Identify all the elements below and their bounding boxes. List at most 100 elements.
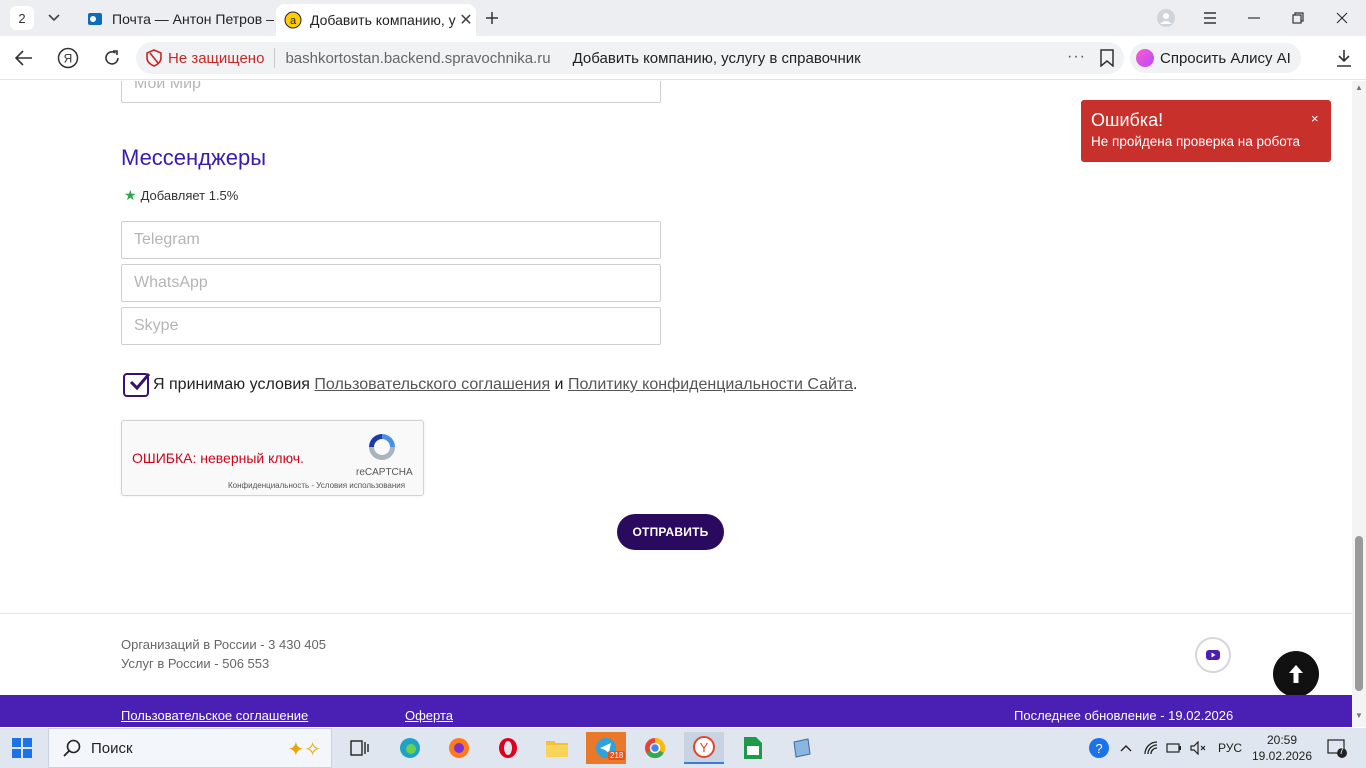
spreadsheet-icon[interactable] <box>733 732 773 764</box>
telegram-icon[interactable]: 218 <box>586 732 626 764</box>
notepad-icon[interactable] <box>782 732 822 764</box>
scrollbar-thumb[interactable] <box>1355 536 1363 691</box>
reload-button[interactable] <box>98 44 126 72</box>
telegram-badge: 218 <box>608 751 626 760</box>
user-agreement-link[interactable]: Пользовательского соглашения <box>314 376 550 394</box>
site-footer: Пользовательское соглашение Оферта После… <box>0 695 1352 727</box>
skype-field[interactable] <box>121 307 661 345</box>
minimize-icon <box>1248 17 1260 19</box>
yandex-button[interactable]: Я <box>54 44 82 72</box>
bonus-text: Добавляет 1.5% <box>140 188 239 203</box>
network-icon[interactable] <box>1144 728 1160 768</box>
tab-title: Почта — Антон Петров — Яндекс Почта <box>112 11 274 27</box>
address-bar: Я Не защищено bashkortostan.backend.spra… <box>0 36 1366 80</box>
toast-close-icon[interactable]: × <box>1311 111 1319 126</box>
captcha-error: ОШИБКА: неверный ключ. <box>132 450 304 466</box>
page-content: Мессенджеры ★ Добавляет 1.5% Я принимаю … <box>0 81 1352 727</box>
recaptcha-widget[interactable]: ОШИБКА: неверный ключ. reCAPTCHA Конфиде… <box>121 420 424 496</box>
task-view-icon[interactable] <box>340 732 380 764</box>
tab-mail[interactable]: Почта — Антон Петров — Яндекс Почта <box>78 4 274 34</box>
svg-text:?: ? <box>1095 741 1102 756</box>
hamburger-icon <box>1204 12 1216 24</box>
tab-strip: 2 Почта — Антон Петров — Яндекс Почта a … <box>0 0 1366 36</box>
file-explorer-icon[interactable] <box>537 732 577 764</box>
help-tray-icon[interactable]: ? <box>1088 728 1110 768</box>
tab-add-company[interactable]: a Добавить компанию, услугу в справочник… <box>276 4 476 36</box>
taskbar-search[interactable]: Поиск ✦✧ <box>48 728 332 768</box>
captcha-links[interactable]: Конфиденциальность - Условия использован… <box>228 481 405 490</box>
tab-title: Добавить компанию, услугу в справочник <box>310 12 456 28</box>
profile-button[interactable] <box>1144 0 1188 36</box>
url-domain: bashkortostan.backend.spravochnika.ru <box>285 49 551 67</box>
yandex-logo-icon: Я <box>57 47 79 69</box>
site-favicon-icon: a <box>284 11 302 29</box>
agreement-and: и <box>550 376 568 393</box>
chrome-icon[interactable] <box>635 732 675 764</box>
outlook-icon <box>86 10 104 28</box>
edge-icon[interactable] <box>390 732 430 764</box>
close-tab-icon[interactable]: ✕ <box>456 10 476 30</box>
volume-icon[interactable] <box>1190 728 1206 768</box>
toast-message: Не пройдена проверка на робота <box>1091 134 1301 149</box>
url-field[interactable]: Не защищено bashkortostan.backend.spravo… <box>136 42 1124 74</box>
close-window-button[interactable] <box>1320 0 1364 36</box>
restore-button[interactable] <box>1276 0 1320 36</box>
star-icon: ★ <box>124 187 137 203</box>
telegram-field[interactable] <box>121 221 661 259</box>
skype-input[interactable] <box>122 308 660 344</box>
yandex-browser-icon[interactable]: Y <box>684 732 724 764</box>
opera-icon[interactable] <box>488 732 528 764</box>
scroll-to-top-button[interactable] <box>1273 651 1319 697</box>
search-label: Поиск <box>91 739 133 757</box>
notifications-button[interactable]: 7 <box>1325 736 1349 760</box>
minimize-button[interactable] <box>1232 0 1276 36</box>
security-indicator[interactable]: Не защищено <box>136 48 276 68</box>
orgs-count: Организаций в России - 3 430 405 <box>121 637 326 652</box>
windows-start-icon[interactable] <box>12 738 32 763</box>
restore-icon <box>1292 12 1304 24</box>
taskbar: Поиск ✦✧ 218 Y ? РУС 20:59 19.02.2026 7 <box>0 728 1366 768</box>
firefox-icon[interactable] <box>439 732 479 764</box>
page-scrollbar[interactable]: ▲ ▼ <box>1352 81 1366 727</box>
downloads-button[interactable] <box>1330 44 1358 72</box>
sparkle-icon: ✦✧ <box>287 739 321 761</box>
alice-button[interactable]: Спросить Алису AI <box>1130 43 1301 73</box>
battery-icon[interactable] <box>1166 728 1182 768</box>
chevron-up-icon[interactable] <box>1120 728 1132 768</box>
moimir-field[interactable] <box>121 81 661 103</box>
moimir-input[interactable] <box>122 81 660 102</box>
whatsapp-input[interactable] <box>122 265 660 301</box>
agreement-row: Я принимаю условия Пользовательского сог… <box>123 373 857 397</box>
youtube-button[interactable] <box>1195 637 1231 673</box>
scroll-up-icon[interactable]: ▲ <box>1355 83 1363 92</box>
more-icon[interactable]: ··· <box>1067 48 1086 66</box>
scroll-down-icon[interactable]: ▼ <box>1355 711 1363 720</box>
youtube-icon <box>1206 650 1220 660</box>
language-indicator[interactable]: РУС <box>1218 728 1242 768</box>
arrow-left-icon <box>15 50 32 66</box>
alice-label: Спросить Алису AI <box>1160 49 1291 67</box>
bonus-note: ★ Добавляет 1.5% <box>124 187 238 204</box>
agreement-prefix: Я принимаю условия <box>153 376 315 393</box>
recaptcha-icon <box>366 431 398 468</box>
browser-menu-button[interactable] <box>1188 0 1232 36</box>
svg-text:Y: Y <box>700 740 709 755</box>
captcha-brand: reCAPTCHA <box>356 467 413 478</box>
new-tab-button[interactable] <box>480 6 504 30</box>
tab-count-button[interactable]: 2 <box>10 6 34 30</box>
whatsapp-field[interactable] <box>121 264 661 302</box>
clock[interactable]: 20:59 19.02.2026 <box>1250 732 1314 764</box>
bookmark-icon[interactable] <box>1100 49 1114 71</box>
agreement-checkbox[interactable] <box>123 373 151 397</box>
footer-updated: Последнее обновление - 19.02.2026 <box>1014 708 1234 723</box>
footer-offer-link[interactable]: Оферта <box>405 708 453 723</box>
telegram-input[interactable] <box>122 222 660 258</box>
back-button[interactable] <box>10 44 38 72</box>
submit-button[interactable]: ОТПРАВИТЬ <box>617 514 724 550</box>
privacy-policy-link[interactable]: Политику конфиденциальности Сайта <box>568 376 853 394</box>
footer-agreement-link[interactable]: Пользовательское соглашение <box>121 708 308 723</box>
tabs-menu-button[interactable] <box>40 6 68 30</box>
shield-warning-icon <box>146 49 162 67</box>
arrow-up-icon <box>1289 665 1303 683</box>
security-label: Не защищено <box>168 49 265 67</box>
